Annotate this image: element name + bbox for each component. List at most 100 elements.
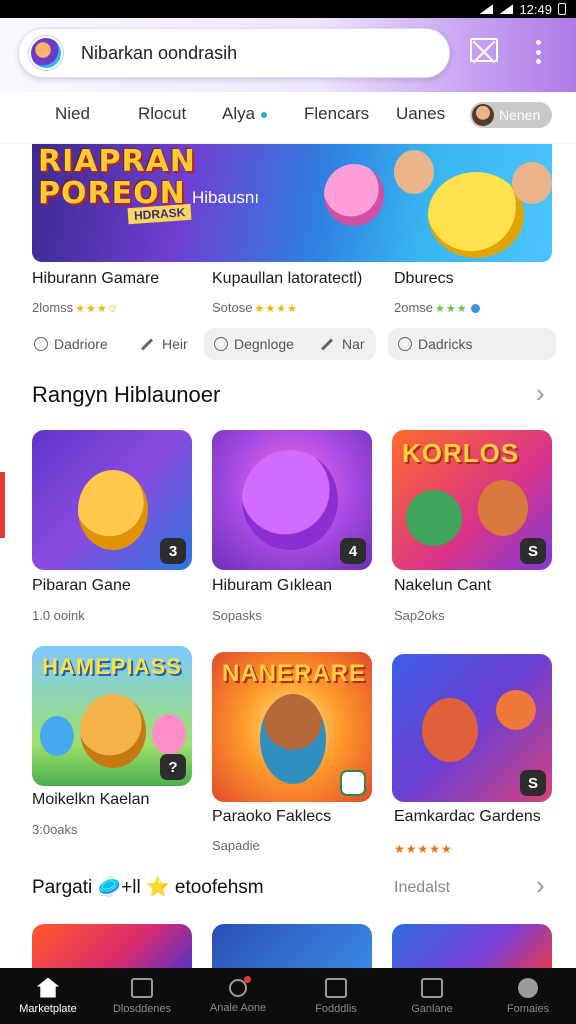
review-button[interactable]: Heir xyxy=(140,328,188,360)
fox-character-image xyxy=(422,698,478,762)
tab-4[interactable]: Flencars xyxy=(304,104,369,124)
download-button[interactable]: Degnloge xyxy=(214,328,294,360)
avatar xyxy=(472,104,494,126)
status-bar: 12:49 xyxy=(0,0,576,18)
game-tile[interactable]: S xyxy=(392,654,552,802)
tile-badge: S xyxy=(520,538,546,564)
chevron-right-icon[interactable]: › xyxy=(536,870,545,901)
action-label: Nar xyxy=(342,336,365,352)
tile-title: Paraoko Faklecs xyxy=(212,808,332,825)
app-mascot-icon[interactable] xyxy=(29,36,63,70)
tile-badge: S xyxy=(520,770,546,796)
battery-icon xyxy=(558,3,566,15)
blue-character-image xyxy=(40,716,74,756)
game-card[interactable]: Hiburann Gamare 2lomss ★★★✩ xyxy=(32,270,159,315)
tab-2[interactable]: Rlocut xyxy=(138,104,186,124)
see-all-link[interactable]: Inedalst xyxy=(394,879,450,897)
tile-badge: 3 xyxy=(160,538,186,564)
tab-3[interactable]: Alya xyxy=(222,104,268,124)
boy-character-image xyxy=(478,480,528,536)
action-label: Degnloge xyxy=(234,336,294,352)
nav-store[interactable]: Ganlane xyxy=(384,968,480,1024)
chat-icon xyxy=(214,337,228,351)
yellow-character-image xyxy=(428,172,524,258)
bottom-navigation: Marketplate Dlosddenes Anale Aone Fodddl… xyxy=(0,968,576,1024)
tile-badge xyxy=(340,770,366,796)
tile-logo: HAMEPIASS xyxy=(42,654,182,679)
chevron-right-icon[interactable]: › xyxy=(536,378,545,409)
home-icon xyxy=(37,977,59,998)
nav-search[interactable]: Anale Aone xyxy=(190,968,286,1024)
tile-logo: KORLOS xyxy=(402,438,520,468)
pencil-icon xyxy=(320,337,334,351)
wifi-icon xyxy=(499,4,514,14)
tab-3-label: Alya xyxy=(222,104,256,123)
search-icon xyxy=(229,975,251,997)
more-vertical-icon[interactable] xyxy=(532,40,544,64)
store-icon xyxy=(421,977,443,998)
tile-meta: Sopasks xyxy=(212,608,262,623)
search-input[interactable]: Nibarkan oondrasih xyxy=(18,28,450,78)
nav-inbox[interactable]: Fodddlis xyxy=(288,968,384,1024)
nav-label: Dlosddenes xyxy=(112,1002,172,1015)
mail-icon[interactable] xyxy=(470,38,498,62)
nav-library[interactable]: Dlosddenes xyxy=(94,968,190,1024)
tile-title: Moikelkn Kaelan xyxy=(32,791,150,808)
dinosaur-character-image xyxy=(406,490,462,546)
game-meta: 2lomss ★★★✩ xyxy=(32,300,159,315)
header: Nibarkan oondrasih xyxy=(0,18,576,92)
rating-stars: ★★★ xyxy=(435,303,468,315)
game-meta-text: 2lomss xyxy=(32,300,74,315)
download-button[interactable]: Dadricks xyxy=(398,328,472,360)
status-time: 12:49 xyxy=(519,1,552,17)
pencil-icon xyxy=(140,337,154,351)
game-tile[interactable]: 4 xyxy=(212,430,372,570)
nav-profile[interactable]: Fomaies xyxy=(480,968,576,1024)
profile-tab[interactable]: Nenen xyxy=(470,102,552,128)
tab-1[interactable]: Nied xyxy=(55,104,90,124)
download-button[interactable]: Dadriore xyxy=(34,328,108,360)
signal-icon xyxy=(479,4,494,14)
game-tile[interactable]: NANERARE xyxy=(212,652,372,802)
action-label: Heir xyxy=(162,336,188,352)
game-title: Hiburann Gamare xyxy=(32,270,160,287)
action-label: Dadricks xyxy=(418,336,473,352)
verified-icon xyxy=(470,304,480,314)
profile-tab-label: Nenen xyxy=(499,107,541,123)
game-tile[interactable] xyxy=(212,924,372,968)
boy-character-image xyxy=(394,150,434,194)
tile-title: Nakelun Cant xyxy=(394,577,491,594)
game-meta: 2omse ★★★ xyxy=(394,300,480,315)
search-text: Nibarkan oondrasih xyxy=(81,42,238,63)
game-tile[interactable] xyxy=(32,924,192,968)
tab-5[interactable]: Uanes xyxy=(396,104,445,124)
featured-banner[interactable]: RIAPRAN POREON HDRASK Hibausnı xyxy=(32,144,552,262)
game-card[interactable]: Dburecs 2omse ★★★ xyxy=(394,270,480,315)
inbox-icon xyxy=(325,977,347,998)
tile-logo: NANERARE xyxy=(222,660,367,687)
nav-label: Fomaies xyxy=(506,1002,550,1015)
nav-label: Ganlane xyxy=(411,1002,453,1015)
flask-icon xyxy=(398,337,412,351)
orange-character-image xyxy=(80,694,146,768)
purple-monster-image xyxy=(242,450,338,550)
tile-title: Eamkardac Gardens xyxy=(394,808,541,825)
game-tile[interactable]: 3 xyxy=(32,430,192,570)
scroll-marker xyxy=(0,472,5,538)
game-card[interactable]: Kupaullan latoratectl) Sotose ★★★★ xyxy=(212,270,362,315)
yellow-character-image xyxy=(78,470,148,550)
section-title: Rangyn Hiblaunoer xyxy=(32,382,221,407)
nav-label: Marketplate xyxy=(19,1002,77,1015)
boy-character-image-2 xyxy=(512,162,552,204)
review-button[interactable]: Nar xyxy=(320,328,365,360)
section-title: Pargati 🥏+ll ⭐ etoofehsm xyxy=(32,877,264,898)
game-tile[interactable]: HAMEPIASS ? xyxy=(32,646,192,786)
game-tile[interactable] xyxy=(392,924,552,968)
tile-meta: 1.0 ooink xyxy=(32,608,85,623)
game-actions-row: Dadriore Heir Degnloge Nar Dadricks xyxy=(0,328,576,360)
nav-home[interactable]: Marketplate xyxy=(0,968,96,1024)
banner-logo: RIAPRAN POREON xyxy=(38,146,196,210)
tile-badge: ? xyxy=(160,754,186,780)
game-tile[interactable]: KORLOS S xyxy=(392,430,552,570)
game-meta-text: Sotose xyxy=(212,300,253,315)
